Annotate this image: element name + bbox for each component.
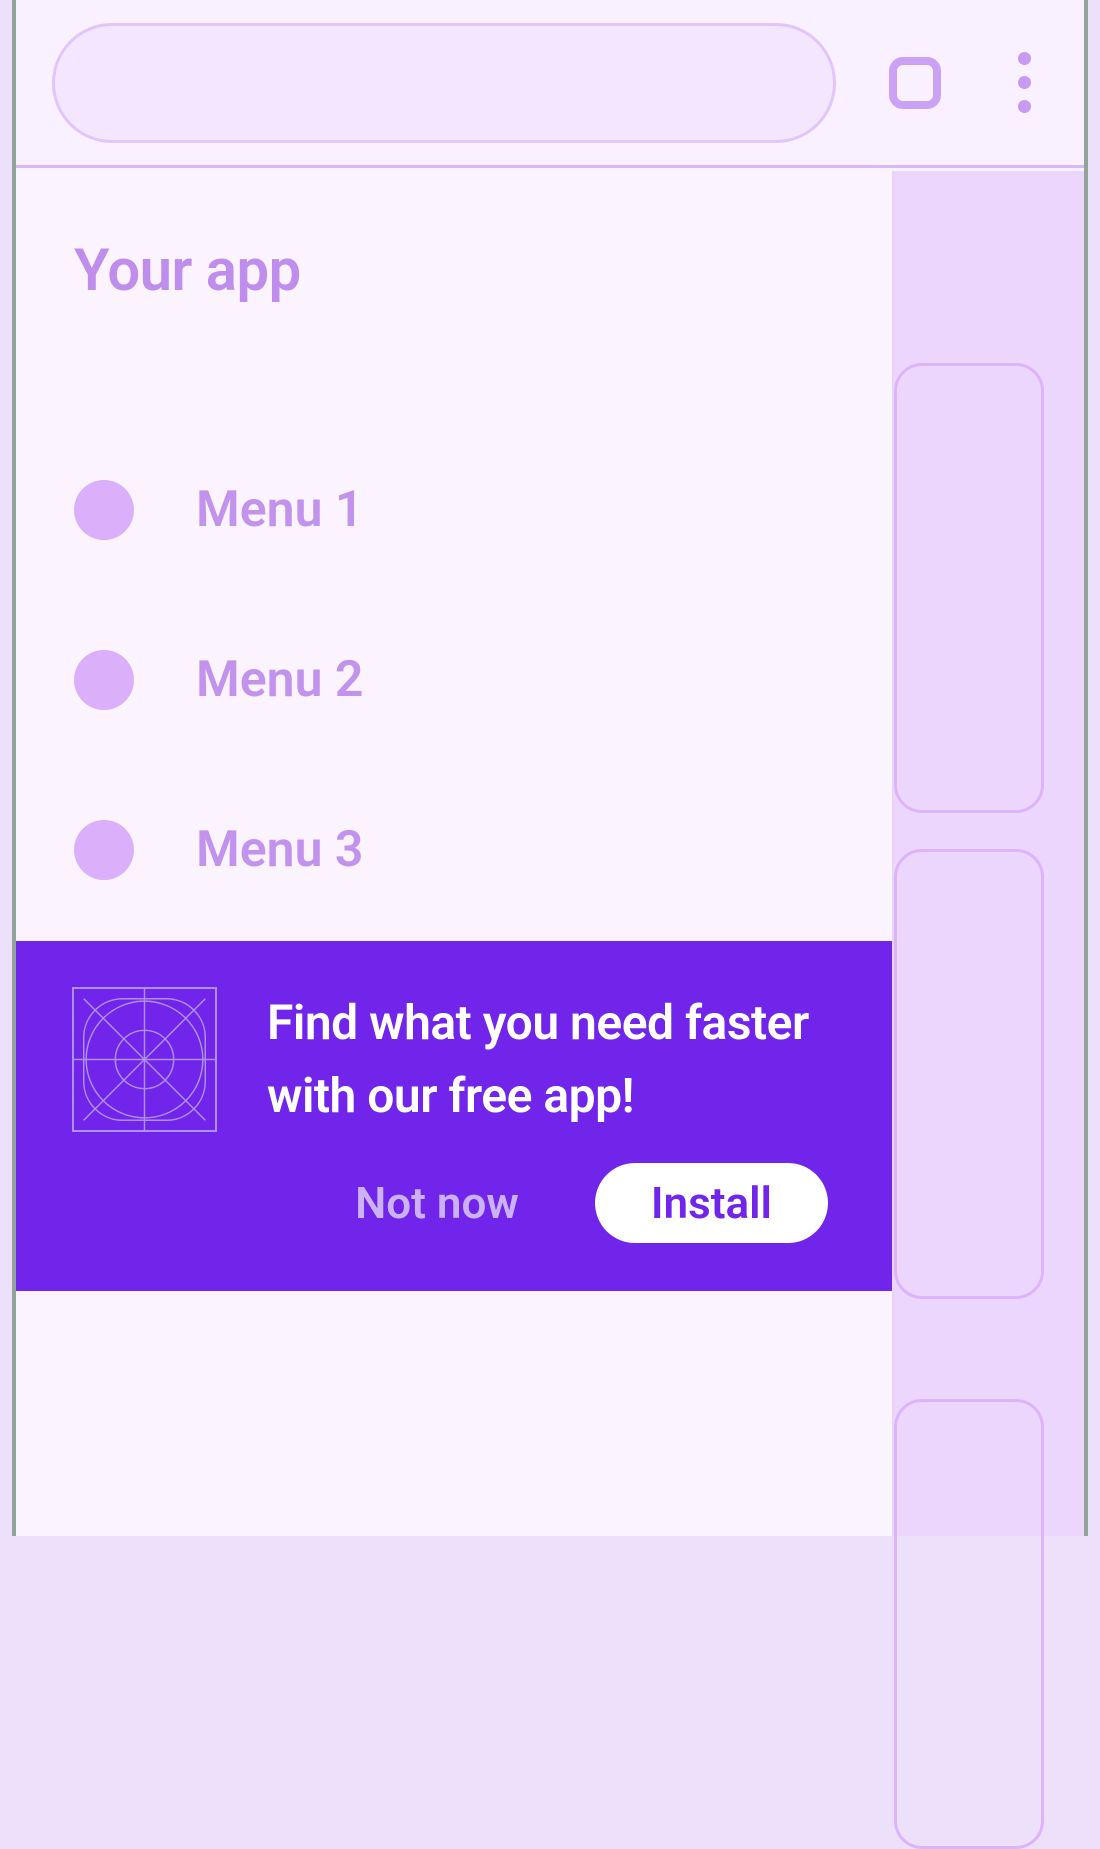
browser-top-bar [16, 0, 1084, 168]
drawer-menu-item-3[interactable]: Menu 3 [74, 765, 892, 935]
tab-switcher-button[interactable] [870, 38, 960, 128]
omnibox-input[interactable] [52, 23, 836, 143]
more-vert-icon [1018, 52, 1031, 65]
menu-item-label: Menu 2 [196, 651, 363, 709]
more-vert-icon [1018, 76, 1031, 89]
menu-item-label: Menu 1 [196, 481, 363, 539]
menu-item-label: Menu 3 [196, 821, 363, 879]
app-blueprint-icon [72, 987, 217, 1132]
navigation-drawer: Your app Menu 1 Menu 2 Menu 3 [16, 171, 892, 1536]
drawer-menu-list: Menu 1 Menu 2 Menu 3 [16, 305, 892, 935]
install-banner-message: Find what you need faster with our free … [267, 987, 838, 1133]
install-button[interactable]: Install [595, 1163, 828, 1243]
more-vert-icon [1018, 100, 1031, 113]
menu-bullet-icon [74, 480, 134, 540]
drawer-menu-item-2[interactable]: Menu 2 [74, 595, 892, 765]
menu-bullet-icon [74, 650, 134, 710]
content-card-placeholder [894, 849, 1044, 1299]
content-card-placeholder [894, 363, 1044, 813]
page-content: Your app Menu 1 Menu 2 Menu 3 [16, 171, 1084, 1536]
content-card-placeholder [894, 1399, 1044, 1849]
app-title: Your app [16, 171, 892, 305]
tabs-icon [889, 57, 941, 109]
more-options-button[interactable] [994, 38, 1054, 128]
menu-bullet-icon [74, 820, 134, 880]
drawer-menu-item-1[interactable]: Menu 1 [74, 425, 892, 595]
install-app-banner: Find what you need faster with our free … [16, 941, 892, 1291]
not-now-button[interactable]: Not now [325, 1159, 549, 1247]
